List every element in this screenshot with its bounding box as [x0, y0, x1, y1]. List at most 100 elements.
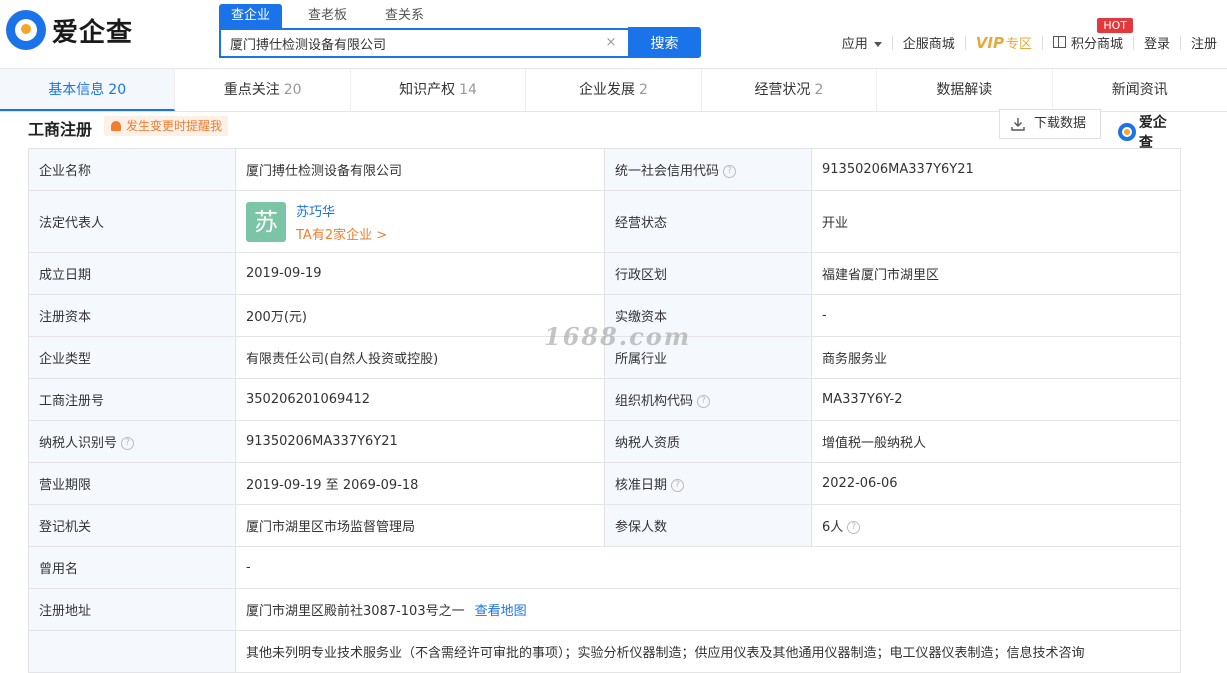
nav-login[interactable]: 登录	[1144, 33, 1170, 52]
nav-points-mall[interactable]: 积分商城	[1052, 33, 1123, 52]
nav-mall[interactable]: 企服商城	[903, 33, 955, 52]
logo[interactable]: 爱企查	[6, 8, 133, 52]
help-icon[interactable]: ?	[723, 165, 737, 178]
tab-operations[interactable]: 经营状况 2	[702, 69, 878, 111]
authority-value: 厦门市湖里区市场监督管理局	[235, 504, 605, 547]
credit-code-value: 91350206MA337Y6Y21	[811, 148, 1181, 191]
nav-divider	[1179, 35, 1181, 50]
brand-logo: 爱企查	[1118, 112, 1180, 152]
tab-news[interactable]: 新闻资讯	[1053, 69, 1227, 111]
help-icon[interactable]: ?	[697, 395, 711, 408]
approve-date-value: 2022-06-06	[811, 462, 1181, 505]
search-box: ×	[219, 28, 629, 58]
vip-zone-label: 专区	[1005, 37, 1032, 52]
tab-label: 知识产权	[399, 82, 456, 98]
org-code-value: MA337Y6Y-2	[811, 378, 1181, 421]
bell-icon	[111, 121, 121, 131]
tab-label: 企业发展	[579, 82, 636, 98]
taxpayer-qual-label: 纳税人资质	[604, 420, 812, 463]
download-icon	[1011, 118, 1025, 131]
legal-rep-name-link[interactable]: 苏巧华	[296, 201, 387, 220]
tab-data-analysis[interactable]: 数据解读	[877, 69, 1053, 111]
search-input[interactable]	[221, 30, 591, 56]
address-label: 注册地址	[28, 588, 236, 631]
company-name-value: 厦门搏仕检测设备有限公司	[235, 148, 605, 191]
company-name-label: 企业名称	[28, 148, 236, 191]
section-header: 工商注册 发生变更时提醒我 下载数据 爱企查	[28, 109, 1180, 151]
table-row: 登记机关 厦门市湖里区市场监督管理局 参保人数 6人?	[28, 504, 1181, 547]
top-nav: 应用 企服商城 VIP 专区 积分商城 登录 注册 HOT	[842, 18, 1217, 52]
table-row: 工商注册号 350206201069412 组织机构代码? MA337Y6Y-2	[28, 378, 1181, 421]
nav-vip[interactable]: VIP 专区	[976, 33, 1032, 52]
hot-badge: HOT	[1097, 18, 1133, 33]
tab-count: 20	[283, 82, 302, 98]
authority-label: 登记机关	[28, 504, 236, 547]
taxpayer-id-label-text: 纳税人识别号	[39, 436, 118, 451]
download-data-button[interactable]: 下载数据	[999, 109, 1101, 139]
table-row: 曾用名 -	[28, 546, 1181, 589]
address-value: 厦门市湖里区殿前社3087-103号之一	[246, 604, 465, 619]
reg-no-label: 工商注册号	[28, 378, 236, 421]
paid-capital-value: -	[811, 294, 1181, 337]
search-type-tabs: 查企业 查老板 查关系	[219, 4, 450, 28]
view-map-link[interactable]: 查看地图	[475, 604, 527, 619]
taxpayer-id-label: 纳税人识别号?	[28, 420, 236, 463]
legal-rep-label: 法定代表人	[28, 190, 236, 253]
industry-value: 商务服务业	[811, 336, 1181, 379]
gift-icon	[1052, 36, 1066, 48]
help-icon[interactable]: ?	[121, 437, 135, 450]
tab-search-company[interactable]: 查企业	[219, 4, 283, 28]
credit-code-label: 统一社会信用代码?	[604, 148, 812, 191]
address-cell: 厦门市湖里区殿前社3087-103号之一 查看地图	[235, 588, 1181, 631]
table-row: 法定代表人 苏 苏巧华 TA有2家企业 > 经营状态 开业	[28, 190, 1181, 253]
taxpayer-qual-value: 增值税一般纳税人	[811, 420, 1181, 463]
tab-count: 20	[108, 82, 127, 98]
term-value: 2019-09-19 至 2069-09-18	[235, 462, 605, 505]
table-row: 纳税人识别号? 91350206MA337Y6Y21 纳税人资质 增值税一般纳税…	[28, 420, 1181, 463]
approve-date-label-text: 核准日期	[615, 478, 668, 493]
tab-development[interactable]: 企业发展 2	[526, 69, 702, 111]
nav-apps-label: 应用	[841, 37, 868, 52]
insured-value: 6人	[822, 520, 844, 535]
tab-search-relation[interactable]: 查关系	[373, 4, 436, 28]
tab-basic-info[interactable]: 基本信息 20	[0, 69, 176, 111]
registration-table: 企业名称 厦门搏仕检测设备有限公司 统一社会信用代码? 91350206MA33…	[28, 148, 1181, 673]
nav-divider	[1041, 35, 1043, 50]
tab-count: 2	[814, 82, 824, 98]
region-value: 福建省厦门市湖里区	[811, 252, 1181, 295]
download-label: 下载数据	[1034, 116, 1087, 131]
chevron-down-icon	[873, 42, 882, 47]
remind-label: 发生变更时提醒我	[126, 119, 223, 133]
tab-search-boss[interactable]: 查老板	[296, 4, 359, 28]
taxpayer-id-value: 91350206MA337Y6Y21	[235, 420, 605, 463]
avatar[interactable]: 苏	[246, 201, 286, 242]
region-label: 行政区划	[604, 252, 812, 295]
brand-logo-text: 爱企查	[1138, 115, 1167, 151]
nav-register[interactable]: 注册	[1191, 33, 1217, 52]
nav-divider	[1132, 35, 1134, 50]
insured-cell: 6人?	[811, 504, 1181, 547]
brand-mark-icon	[1118, 123, 1136, 141]
former-name-value: -	[235, 546, 1181, 589]
help-icon[interactable]: ?	[847, 521, 861, 534]
nav-apps[interactable]: 应用	[842, 33, 882, 52]
legal-rep-companies-link[interactable]: TA有2家企业 >	[296, 224, 387, 243]
tab-ip[interactable]: 知识产权 14	[351, 69, 527, 111]
watermark: 1688.com	[544, 322, 692, 351]
clear-icon[interactable]: ×	[603, 35, 619, 51]
change-remind-button[interactable]: 发生变更时提醒我	[104, 116, 229, 136]
logo-mark-icon	[6, 10, 46, 50]
reg-capital-label: 注册资本	[28, 294, 236, 337]
vip-label: VIP	[975, 34, 1004, 52]
help-icon[interactable]: ?	[671, 479, 685, 492]
table-row: 成立日期 2019-09-19 行政区划 福建省厦门市湖里区	[28, 252, 1181, 295]
top-bar: 爱企查 查企业 查老板 查关系 × 搜索 应用 企服商城 VIP专区 积分商城 …	[0, 0, 1227, 68]
logo-text: 爱企查	[52, 17, 134, 48]
status-label: 经营状态	[604, 190, 812, 253]
search-button[interactable]: 搜索	[628, 27, 701, 58]
tab-count: 2	[639, 82, 648, 98]
nav-divider	[891, 35, 893, 50]
tab-key-focus[interactable]: 重点关注 20	[175, 69, 351, 111]
table-row: 其他未列明专业技术服务业（不含需经许可审批的事项）；实验分析仪器制造；供应用仪表…	[28, 630, 1181, 673]
term-label: 营业期限	[28, 462, 236, 505]
